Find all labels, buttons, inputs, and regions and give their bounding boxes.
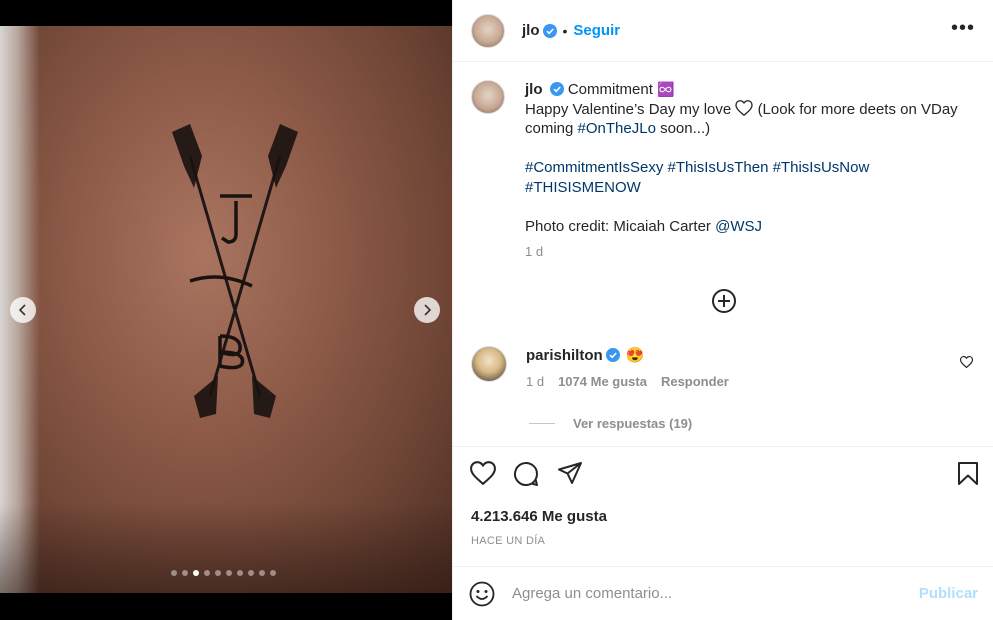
chevron-left-icon <box>18 304 26 316</box>
comment-input[interactable] <box>512 585 919 602</box>
caption-avatar[interactable] <box>471 80 505 114</box>
carousel-dot <box>259 570 265 576</box>
caption-title: Commitment <box>567 81 653 98</box>
view-replies-label: Ver respuestas (19) <box>573 416 693 431</box>
carousel-dots <box>171 570 276 576</box>
comment-time: 1 d <box>526 374 545 389</box>
commenter-avatar[interactable] <box>471 346 507 382</box>
carousel-dot <box>215 570 221 576</box>
comment-bubble-icon[interactable] <box>513 461 539 487</box>
comment-text: 😍 <box>625 347 645 364</box>
carousel-dot <box>270 570 276 576</box>
photo-credit: Photo credit: Micaiah Carter <box>525 217 711 235</box>
view-replies-button[interactable]: Ver respuestas (19) <box>529 416 692 431</box>
follow-button[interactable]: Seguir <box>573 22 620 39</box>
author-username[interactable]: jlo <box>522 22 540 39</box>
carousel-dot <box>171 570 177 576</box>
caption-username[interactable]: jlo <box>525 81 543 98</box>
load-more-comments-icon[interactable] <box>709 286 739 316</box>
heart-outline-icon <box>735 99 754 116</box>
hashtag-link[interactable]: #OnTheJLo <box>578 120 656 137</box>
carousel-next-button[interactable] <box>414 297 440 323</box>
hashtag-link[interactable]: #CommitmentIsSexy <box>525 159 663 176</box>
comment-like-heart-icon[interactable] <box>960 356 973 368</box>
post-date: HACE UN DÍA <box>471 535 546 547</box>
arrow-tattoo-image <box>172 124 298 418</box>
post-panel: jlo • Seguir ••• jlo Commitment ♾️ Happy… <box>452 0 993 620</box>
hashtag-link[interactable]: #THISISMENOW <box>525 179 641 196</box>
hashtag-link[interactable]: #ThisIsUsThen <box>668 159 769 176</box>
emoji-smiley-icon[interactable] <box>469 581 495 607</box>
post-header: jlo • Seguir ••• <box>453 0 993 62</box>
carousel-dot <box>193 570 199 576</box>
caption-time: 1 d <box>525 244 544 259</box>
post-photo[interactable] <box>0 26 452 593</box>
share-send-icon[interactable] <box>557 461 583 485</box>
carousel-dot <box>248 570 254 576</box>
commenter-username[interactable]: parishilton <box>526 347 603 364</box>
comment-composer: Publicar <box>453 566 993 620</box>
caption: jlo Commitment ♾️ Happy Valentine’s Day … <box>471 80 981 262</box>
caption-text: Happy Valentine’s Day my love <box>525 100 732 118</box>
mention-link[interactable]: @WSJ <box>715 218 762 235</box>
verified-badge-icon <box>605 348 620 362</box>
carousel-prev-button[interactable] <box>10 297 36 323</box>
hashtag-link[interactable]: #ThisIsUsNow <box>773 159 870 176</box>
carousel-dot <box>226 570 232 576</box>
more-options-icon[interactable]: ••• <box>951 18 975 38</box>
carousel-dot <box>204 570 210 576</box>
carousel-dot <box>182 570 188 576</box>
verified-badge-icon <box>549 82 564 96</box>
chevron-right-icon <box>424 304 432 316</box>
publish-button[interactable]: Publicar <box>919 585 978 602</box>
like-heart-icon[interactable] <box>470 461 496 485</box>
likes-count[interactable]: 4.213.646 Me gusta <box>471 508 607 525</box>
comment-likes[interactable]: 1074 Me gusta <box>558 374 647 389</box>
infinity-emoji: ♾️ <box>657 81 675 97</box>
carousel-dot <box>237 570 243 576</box>
comment-item: parishilton 😍 1 d 1074 Me gusta Responde… <box>471 346 981 389</box>
author-avatar[interactable] <box>471 13 505 48</box>
reply-button[interactable]: Responder <box>661 374 729 389</box>
separator-dot: • <box>562 22 568 39</box>
bookmark-icon[interactable] <box>957 461 979 486</box>
caption-text-end: soon...) <box>660 120 711 137</box>
verified-badge-icon <box>542 23 557 38</box>
action-bar: 4.213.646 Me gusta HACE UN DÍA <box>453 446 993 547</box>
post-media <box>0 0 452 620</box>
